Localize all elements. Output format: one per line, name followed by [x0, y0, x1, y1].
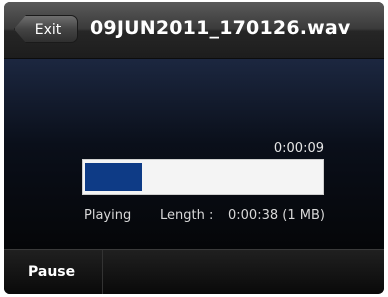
length-label: Length : — [160, 208, 214, 223]
softkey-bar: Pause — [4, 249, 384, 294]
file-title: 09JUN2011_170126.wav — [90, 17, 351, 39]
player-panel: 0:00:09 Playing Length : 0:00:38 (1 MB) — [4, 59, 384, 249]
exit-button[interactable]: Exit — [14, 15, 78, 43]
playback-status: Playing — [84, 208, 132, 223]
elapsed-time: 0:00:09 — [273, 141, 324, 156]
progress-fill — [85, 163, 142, 191]
progress-bar — [82, 159, 324, 195]
phone-screen: Exit 09JUN2011_170126.wav 0:00:09 Playin… — [4, 2, 384, 294]
length-value: 0:00:38 (1 MB) — [228, 208, 325, 223]
pause-button[interactable]: Pause — [4, 250, 103, 294]
title-bar: Exit 09JUN2011_170126.wav — [4, 2, 384, 59]
